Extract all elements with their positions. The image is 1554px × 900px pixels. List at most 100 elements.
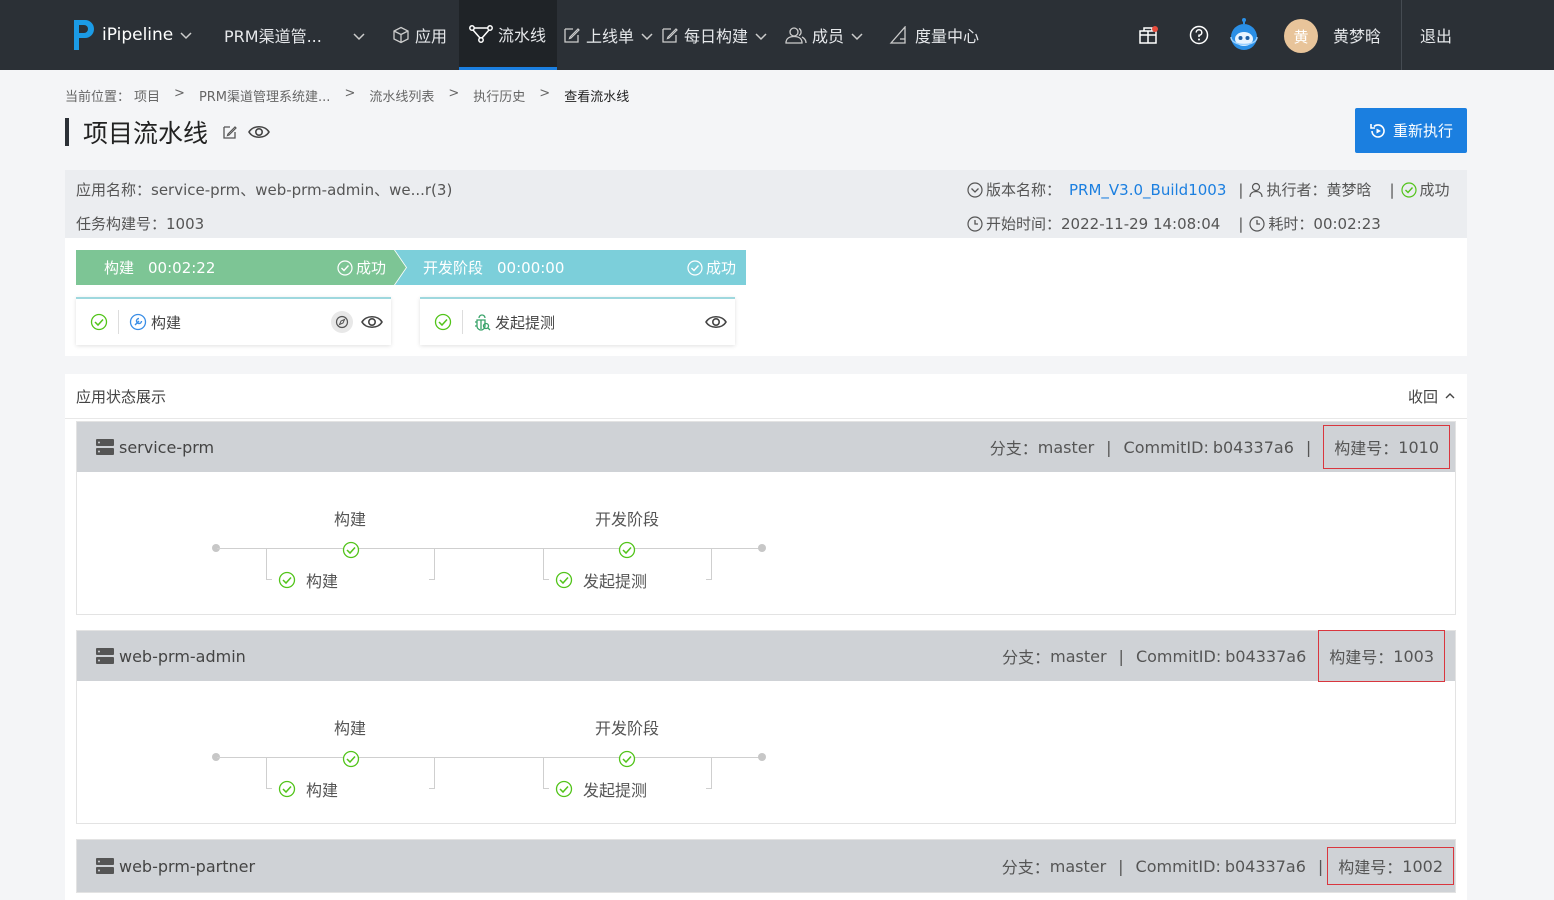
flow-stage-label: 构建 [334,510,367,529]
edit-icon[interactable] [222,124,238,140]
task-no-value: 1003 [166,214,205,233]
nav-pipeline[interactable]: 流水线 [459,0,557,70]
stage-status-label: 成功 [705,259,736,277]
check-circle-icon [342,750,360,772]
app-block-web-prm-partner: web-prm-partner 分支： master | CommitID: b… [76,839,1456,893]
check-circle-icon [1400,181,1417,198]
check-circle-icon [337,260,353,276]
task-no-label: 任务构建号： [76,215,167,233]
server-icon [95,857,115,875]
nav-metrics[interactable]: 度量中心 [888,0,979,70]
collapse-label: 收回 [1407,387,1438,406]
check-circle-icon [555,780,573,798]
flow-stage-label: 开发阶段 [595,510,660,529]
eye-icon[interactable] [248,124,270,140]
branch-label: 分支： [1002,648,1051,667]
ruler-triangle-icon [888,26,910,44]
compass-icon[interactable] [331,311,353,333]
stage-status-label: 成功 [355,259,386,277]
edit-doc-icon [661,26,679,44]
flow-bracket [429,788,435,789]
stage-status: 成功 [687,257,736,278]
flow-bracket [266,757,267,789]
task-card-build[interactable]: 构建 [76,297,391,345]
breadcrumb-item-pipeline-list[interactable]: 流水线列表 [369,86,434,105]
breadcrumb-item-project-name[interactable]: PRM渠道管理系统建... [199,86,331,105]
flow-bracket [266,788,272,789]
app-status-header: 应用状态展示 收回 [65,374,1467,419]
flow-task[interactable]: 构建 [278,568,338,592]
flow-task[interactable]: 发起提测 [555,568,647,592]
project-selector[interactable]: PRM渠道管... [224,0,366,70]
user-name[interactable]: 黄梦晗 [1333,0,1381,70]
assistant-bot-button[interactable] [1226,0,1267,70]
flow-bracket [543,579,549,580]
chevron-down-icon [850,28,864,42]
version-row: 版本名称： PRM_V3.0_Build1003 | 执行者： 黄梦晗 | 成功 [967,179,1450,200]
nav-release[interactable]: 上线单 [563,0,654,70]
app-status-title: 应用状态展示 [76,387,167,406]
breadcrumb-item-current: 查看流水线 [564,90,630,105]
title-accent-bar [65,118,69,146]
nav-app[interactable]: 应用 [392,0,447,70]
nav-daily-build[interactable]: 每日构建 [661,0,768,70]
rerun-button[interactable]: 重新执行 [1355,108,1467,153]
build-label: 构建号： [1329,648,1394,667]
stage-bar-build[interactable]: 构建 00:02:22 成功 [76,250,406,285]
task-name: 发起提测 [495,313,556,332]
flow-bracket [429,579,435,580]
flow-bracket [434,548,435,580]
chevron-up-icon [1444,390,1456,402]
meta-pipe: | [1106,437,1112,457]
users-icon [785,26,807,44]
stage-name: 构建 [104,259,135,277]
executor-label: 执行者： [1266,181,1327,199]
branch-value: master [1050,646,1107,666]
flow-bracket [711,757,712,789]
nav-pipeline-label: 流水线 [498,25,547,45]
nav-members[interactable]: 成员 [785,0,864,70]
app-header[interactable]: web-prm-admin 分支： master | CommitID: b04… [77,630,1455,682]
duration-value: 00:02:23 [1313,214,1381,233]
flow-bracket [711,548,712,580]
nav-app-label: 应用 [415,27,448,46]
version-link[interactable]: PRM_V3.0_Build1003 [1069,181,1226,199]
eye-icon[interactable] [705,314,727,330]
build-label: 构建号： [1338,858,1403,877]
nav-release-label: 上线单 [586,27,635,46]
notification-button[interactable] [1138,0,1165,70]
user-avatar[interactable]: 黄 [1284,19,1318,53]
app-header[interactable]: web-prm-partner 分支： master | CommitID: b… [77,840,1455,892]
eye-icon[interactable] [361,314,383,330]
logout-button[interactable]: 退出 [1420,0,1452,70]
bug-test-icon [473,313,491,331]
breadcrumb-item-project[interactable]: 项目 [134,86,160,105]
question-circle-icon [1189,25,1209,45]
breadcrumb: 当前位置： 项目 > PRM渠道管理系统建... > 流水线列表 > 执行历史 … [65,86,643,105]
chevron-down-icon [179,28,193,42]
help-button[interactable] [1189,0,1214,70]
meta-pipe: | [1118,646,1124,666]
app-header[interactable]: service-prm 分支： master | CommitID: b0433… [77,422,1455,472]
task-name: 构建 [151,313,182,332]
commit-value: b04337a6 [1224,856,1306,876]
build-value: 1002 [1402,856,1443,876]
version-label: 版本名称： [986,181,1062,199]
flow-task-label: 构建 [306,572,339,591]
commit-value: b04337a6 [1212,437,1294,457]
brand-logo[interactable]: iPipeline [70,18,193,52]
stage-bar-dev[interactable]: 开发阶段 00:00:00 成功 [395,250,746,285]
flow-task[interactable]: 发起提测 [555,777,647,801]
breadcrumb-item-history[interactable]: 执行历史 [473,86,525,105]
check-circle-icon [555,571,573,589]
collapse-button[interactable]: 收回 [1408,386,1456,407]
flow-task[interactable]: 构建 [278,777,338,801]
breadcrumb-separator: > [539,86,551,101]
chevron-down-icon [640,28,654,42]
ipipeline-logo-icon [70,18,96,52]
branch-value: master [1049,856,1107,876]
check-circle-icon [434,313,452,331]
app-name-value: service-prm、web-prm-admin、we...r(3) [151,181,453,199]
task-card-submit-test[interactable]: 发起提测 [420,297,735,345]
stage-time: 00:00:00 [497,258,565,277]
